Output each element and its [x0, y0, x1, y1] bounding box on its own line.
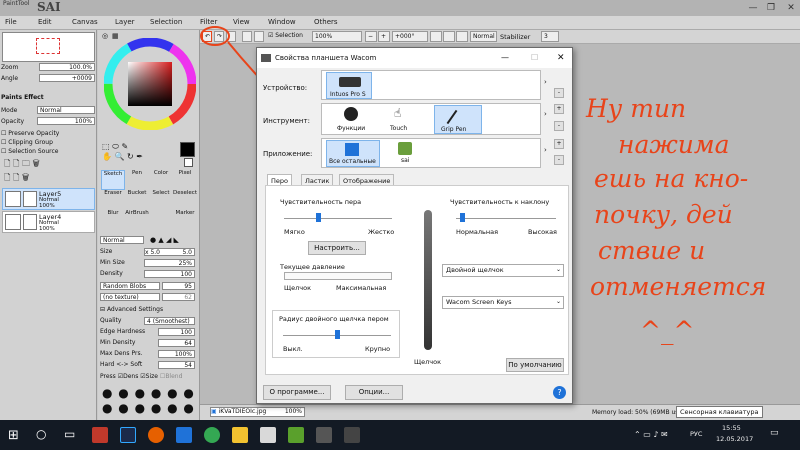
- task-view-icon[interactable]: ▭: [64, 427, 75, 441]
- pen-feel-track[interactable]: [284, 218, 392, 219]
- app-add-button[interactable]: +: [554, 139, 564, 149]
- app-all-others[interactable]: Все остальные: [326, 140, 380, 167]
- tool-remove-button[interactable]: -: [554, 121, 564, 131]
- device-list: Intuos Pro S: [321, 70, 541, 100]
- wacom-app-icon: [261, 54, 271, 62]
- dialog-maximize-icon: ☐: [531, 53, 539, 62]
- tip-label: Щелчок: [414, 358, 442, 366]
- app-all-others-label: Все остальные: [329, 158, 376, 165]
- annotation-circle-undo: [200, 26, 230, 46]
- handwriting-line: нажима: [618, 130, 730, 159]
- device-label: Устройство:: [263, 84, 308, 92]
- device-remove-button[interactable]: -: [554, 88, 564, 98]
- app-sai[interactable]: sai: [388, 140, 424, 167]
- dialog-title: Свойства планшета Wacom: [275, 54, 377, 62]
- default-button[interactable]: По умолчанию: [506, 358, 564, 372]
- file-explorer-icon[interactable]: [232, 427, 248, 443]
- high-label: Высокая: [528, 228, 557, 236]
- tilt-label: Чувствительность к наклону: [450, 198, 550, 206]
- tool-scroll-right-icon[interactable]: ›: [544, 110, 547, 118]
- dbl-radius-label: Радиус двойного щелчка пером: [279, 315, 389, 323]
- tool-grip-pen-label: Grip Pen: [441, 126, 467, 133]
- tool-touch-label: Touch: [390, 125, 408, 132]
- current-pressure-label: Текущее давление: [280, 263, 345, 271]
- sai-app-icon: [398, 142, 412, 155]
- lower-button-chevron-icon[interactable]: ⌄: [556, 298, 561, 305]
- taskbar-app-icon[interactable]: [260, 427, 276, 443]
- pen-illustration: [424, 210, 432, 350]
- application-list: Все остальные sai: [321, 138, 541, 168]
- device-name: Intuos Pro S: [330, 91, 366, 98]
- double-click-group: Радиус двойного щелчка пером Выкл. Крупн…: [272, 310, 400, 358]
- taskbar-app-icon[interactable]: [344, 427, 360, 443]
- dialog-close-icon[interactable]: ✕: [557, 48, 565, 68]
- tool-add-button[interactable]: +: [554, 104, 564, 114]
- tilt-thumb[interactable]: [460, 213, 465, 222]
- firefox-icon[interactable]: [148, 427, 164, 443]
- options-button[interactable]: Опции...: [345, 385, 403, 400]
- handwriting-line: ствие и: [598, 236, 706, 265]
- tray-icons[interactable]: ⌃ ▭ ♪ ✉: [634, 430, 668, 439]
- dialog-minimize-icon[interactable]: —: [501, 48, 509, 68]
- application-label: Приложение:: [263, 150, 313, 158]
- tool-touch[interactable]: ☝ Touch: [380, 105, 420, 134]
- upper-button-select[interactable]: Двойной щелчок: [442, 264, 564, 277]
- photoshop-icon[interactable]: [120, 427, 136, 443]
- language-indicator[interactable]: РУС: [690, 430, 702, 438]
- dialog-title-bar: Свойства планшета Wacom — ☐ ✕: [257, 48, 572, 68]
- soft-label: Мягко: [284, 228, 305, 236]
- customize-button[interactable]: Настроить...: [308, 241, 366, 255]
- clock-time[interactable]: 15:55: [722, 424, 741, 432]
- large-label: Крупно: [365, 345, 391, 353]
- touch-hand-icon: ☝: [394, 106, 402, 120]
- windows-start-icon[interactable]: ⊞: [8, 428, 19, 443]
- handwriting-line: Ну тип: [586, 94, 687, 123]
- tool-list: Функции ☝ Touch Grip Pen: [321, 103, 541, 135]
- all-apps-icon: [345, 143, 359, 156]
- app-remove-button[interactable]: -: [554, 155, 564, 165]
- click-label: Щелчок: [284, 284, 312, 292]
- firm-label: Жестко: [368, 228, 395, 236]
- handwriting-line: отменяется: [590, 272, 767, 301]
- upper-button-chevron-icon[interactable]: ⌄: [556, 266, 561, 273]
- notifications-icon[interactable]: ▭: [770, 428, 779, 438]
- wacom-properties-dialog: Свойства планшета Wacom — ☐ ✕ Устройство…: [256, 47, 573, 404]
- pen-tab-panel: Чувствительность пера Мягко Жестко Настр…: [265, 185, 569, 375]
- max-label: Максимальная: [336, 284, 387, 292]
- taskbar-app-icon[interactable]: [288, 427, 304, 443]
- tool-functions-label: Функции: [337, 125, 366, 132]
- normal-label: Нормальная: [456, 228, 499, 236]
- tablet-icon: [339, 77, 361, 87]
- pen-feel-thumb[interactable]: [316, 213, 321, 222]
- device-scroll-right-icon[interactable]: ›: [544, 78, 547, 86]
- handwriting-line: почку, дей: [594, 200, 733, 229]
- lower-button-select[interactable]: Wacom Screen Keys: [442, 296, 564, 309]
- off-label: Выкл.: [283, 345, 303, 353]
- express-keys-icon: [344, 107, 358, 121]
- edge-icon[interactable]: [176, 427, 192, 443]
- dbl-radius-thumb[interactable]: [335, 330, 340, 339]
- chrome-icon[interactable]: [204, 427, 220, 443]
- taskbar-app-icon[interactable]: [92, 427, 108, 443]
- app-sai-label: sai: [401, 157, 410, 164]
- about-button[interactable]: О программе...: [263, 385, 331, 400]
- tool-grip-pen[interactable]: Grip Pen: [434, 105, 482, 134]
- search-icon[interactable]: ○: [36, 427, 46, 441]
- pressure-meter: [284, 272, 392, 280]
- app-scroll-right-icon[interactable]: ›: [544, 146, 547, 154]
- help-icon[interactable]: ?: [553, 386, 566, 399]
- tool-functions[interactable]: Функции: [332, 105, 372, 134]
- wacom-taskbar-icon[interactable]: [316, 427, 332, 443]
- device-intuos[interactable]: Intuos Pro S: [326, 72, 372, 99]
- pen-feel-label: Чувствительность пера: [280, 198, 362, 206]
- tool-label: Инструмент:: [263, 117, 310, 125]
- windows-taskbar: ⊞ ○ ▭ ⌃ ▭ ♪ ✉ РУС 15:55 12.05.2017 ▭: [0, 420, 800, 450]
- pen-icon: [446, 109, 458, 125]
- clock-date[interactable]: 12.05.2017: [716, 435, 753, 443]
- handwriting-line: ешь на кно-: [594, 164, 749, 193]
- handwriting-line: ^_^: [640, 316, 695, 345]
- tilt-track[interactable]: [456, 218, 556, 219]
